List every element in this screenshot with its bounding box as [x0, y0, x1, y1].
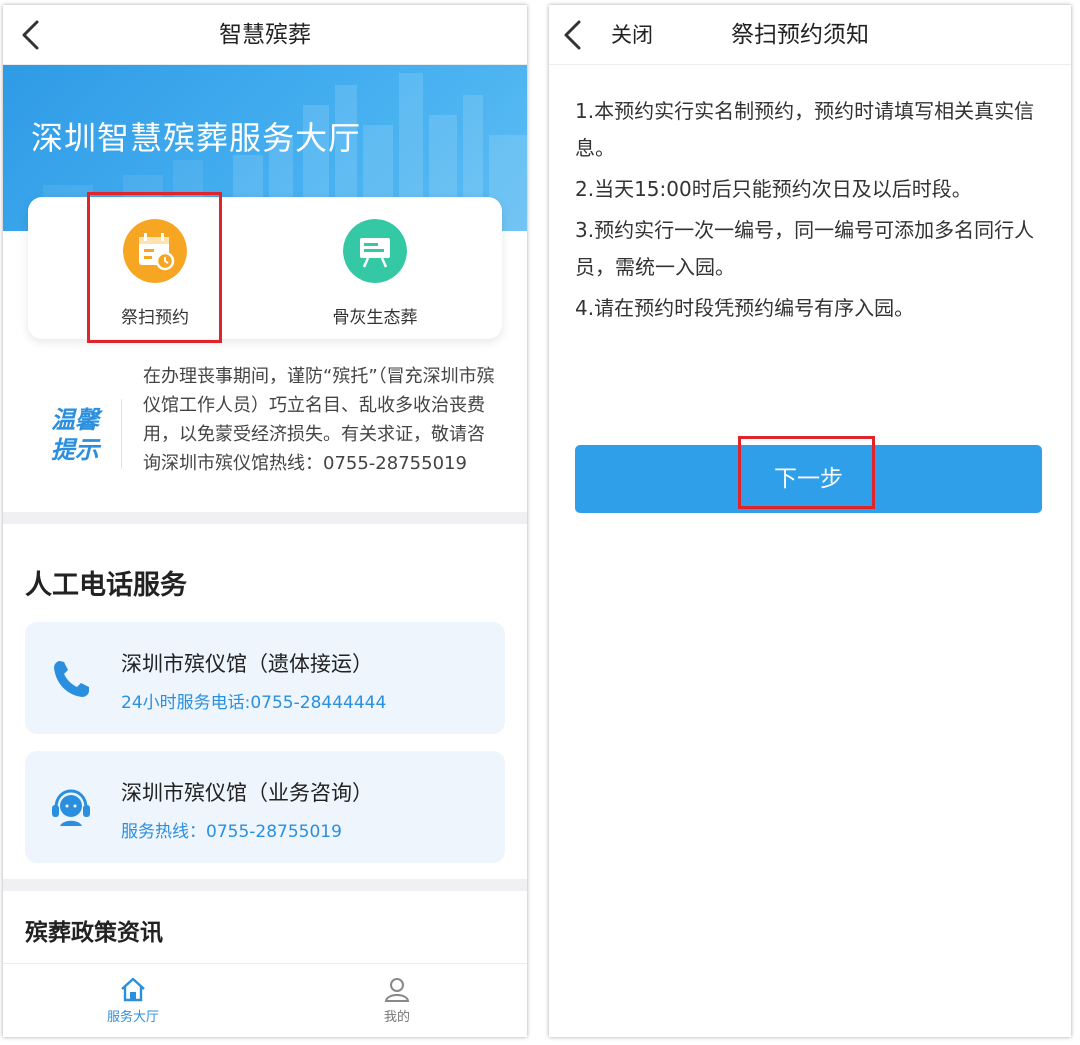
phone-card-number[interactable]: 服务热线：0755-28755019 [121, 817, 342, 842]
phone-icon [54, 661, 89, 697]
bottom-tab-bar: 服务大厅 我的 [3, 963, 527, 1037]
section-divider [3, 879, 527, 891]
tab-mine[interactable]: 我的 [337, 976, 457, 1025]
right-screen: 关闭 祭扫预约须知 1.本预约实行实名制预约，预约时请填写相关真实信息。 2.当… [549, 5, 1071, 1037]
service-label: 骨灰生态葬 [332, 308, 418, 328]
service-ash-eco-burial[interactable]: 骨灰生态葬 [300, 219, 450, 328]
user-icon [384, 978, 410, 1002]
tab-label: 服务大厅 [106, 1010, 159, 1025]
close-button[interactable]: 关闭 [611, 5, 653, 65]
left-screen: 智慧殡葬 深圳智慧殡葬服务大厅 祭扫预约 骨灰生态葬 温馨 提示 在办理丧事期间… [3, 5, 527, 1037]
policy-section-title: 殡葬政策资讯 [25, 920, 163, 946]
highlight-box [87, 192, 222, 343]
top-bar: 关闭 祭扫预约须知 [549, 5, 1071, 65]
banner-title: 深圳智慧殡葬服务大厅 [31, 119, 362, 157]
tab-service-hall[interactable]: 服务大厅 [73, 976, 193, 1025]
logo-line: 提示 [51, 436, 99, 464]
phone-card-business-consult[interactable]: 深圳市殡仪馆（业务咨询） 服务热线：0755-28755019 [25, 751, 505, 863]
back-arrow-icon[interactable] [559, 19, 587, 51]
section-divider [3, 512, 527, 524]
notice-item: 3.预约实行一次一编号，同一编号可添加多名同行人员，需统一入园。 [575, 218, 1035, 279]
top-bar: 智慧殡葬 [3, 5, 527, 65]
page-title: 智慧殡葬 [219, 22, 311, 48]
phone-card-name: 深圳市殡仪馆（遗体接运） [121, 652, 373, 676]
highlight-box [738, 436, 875, 509]
notice-text: 在办理丧事期间，谨防“殡托”（冒充深圳市殡仪馆工作人员）巧立名目、乱收多收治丧费… [143, 366, 495, 474]
phone-section-title: 人工电话服务 [25, 570, 187, 601]
warm-tip-logo: 温馨 提示 [41, 405, 109, 465]
phone-card-body-transport[interactable]: 深圳市殡仪馆（遗体接运） 24小时服务电话:0755-28444444 [25, 622, 505, 734]
notice-item: 2.当天15:00时后只能预约次日及以后时段。 [575, 177, 972, 201]
logo-line: 温馨 [51, 406, 99, 434]
phone-card-number[interactable]: 24小时服务电话:0755-28444444 [121, 688, 386, 713]
divider [121, 399, 122, 469]
tab-label: 我的 [383, 1010, 410, 1025]
board-icon [343, 219, 407, 283]
headset-icon [52, 789, 90, 826]
page-title: 祭扫预约须知 [731, 22, 869, 48]
phone-card-name: 深圳市殡仪馆（业务咨询） [121, 781, 373, 805]
notice-item: 4.请在预约时段凭预约编号有序入园。 [575, 296, 915, 320]
appointment-notice-list: 1.本预约实行实名制预约，预约时请填写相关真实信息。 2.当天15:00时后只能… [575, 93, 1045, 331]
notice-item: 1.本预约实行实名制预约，预约时请填写相关真实信息。 [575, 99, 1035, 160]
home-icon [121, 977, 145, 1002]
